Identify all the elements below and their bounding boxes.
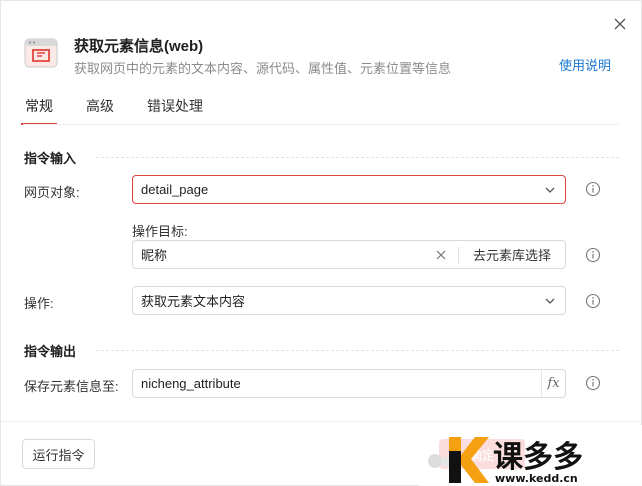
target-input[interactable]: 昵称 去元素库选择 bbox=[132, 240, 566, 269]
tab-general[interactable]: 常规 bbox=[21, 97, 57, 125]
info-icon[interactable] bbox=[585, 181, 601, 197]
svg-text:课多多: 课多多 bbox=[493, 440, 583, 475]
info-icon[interactable] bbox=[585, 375, 601, 391]
section-divider-output bbox=[96, 350, 619, 351]
tab-error-handling[interactable]: 错误处理 bbox=[145, 97, 205, 125]
section-title-input: 指令输入 bbox=[24, 151, 77, 166]
info-icon[interactable] bbox=[585, 293, 601, 309]
web-element-icon bbox=[24, 38, 58, 70]
section-title-output: 指令输出 bbox=[24, 344, 77, 359]
info-icon[interactable] bbox=[585, 247, 601, 263]
footer-divider bbox=[1, 421, 641, 422]
run-command-button[interactable]: 运行指令 bbox=[22, 439, 95, 469]
dialog-subtitle: 获取网页中的元素的文本内容、源代码、属性值、元素位置等信息 bbox=[74, 61, 452, 76]
dialog-title: 获取元素信息(web) bbox=[74, 38, 204, 55]
section-divider-input bbox=[96, 157, 619, 158]
operation-select[interactable]: 获取元素文本内容 bbox=[132, 286, 566, 315]
save-to-input[interactable]: nicheng_attribute fx bbox=[132, 369, 566, 398]
chevron-down-icon[interactable] bbox=[535, 176, 565, 203]
input-separator bbox=[457, 246, 459, 263]
page-object-select[interactable]: detail_page bbox=[132, 175, 566, 204]
tab-bar: 常规 高级 错误处理 bbox=[21, 97, 234, 125]
target-label: 操作目标: bbox=[132, 224, 188, 239]
page-object-label: 网页对象: bbox=[24, 185, 80, 200]
clear-icon[interactable] bbox=[430, 241, 452, 268]
get-element-info-dialog: 获取元素信息(web) 获取网页中的元素的文本内容、源代码、属性值、元素位置等信… bbox=[0, 0, 642, 486]
close-icon[interactable] bbox=[609, 13, 631, 35]
operation-label: 操作: bbox=[24, 296, 54, 311]
fx-icon[interactable]: fx bbox=[541, 370, 565, 397]
help-link[interactable]: 使用说明 bbox=[559, 55, 611, 74]
tab-divider bbox=[23, 124, 619, 125]
target-value: 昵称 bbox=[141, 248, 168, 263]
save-to-label: 保存元素信息至: bbox=[24, 379, 119, 394]
tab-advanced[interactable]: 高级 bbox=[84, 97, 116, 125]
chevron-down-icon[interactable] bbox=[535, 287, 565, 314]
svg-text:www.kedd.cn: www.kedd.cn bbox=[495, 472, 578, 485]
element-library-button[interactable]: 去元素库选择 bbox=[465, 245, 565, 264]
page-object-value: detail_page bbox=[141, 182, 209, 197]
operation-value: 获取元素文本内容 bbox=[141, 294, 246, 309]
watermark-logo: 课多多 www.kedd.cn bbox=[419, 425, 642, 486]
save-to-value: nicheng_attribute bbox=[141, 376, 241, 391]
